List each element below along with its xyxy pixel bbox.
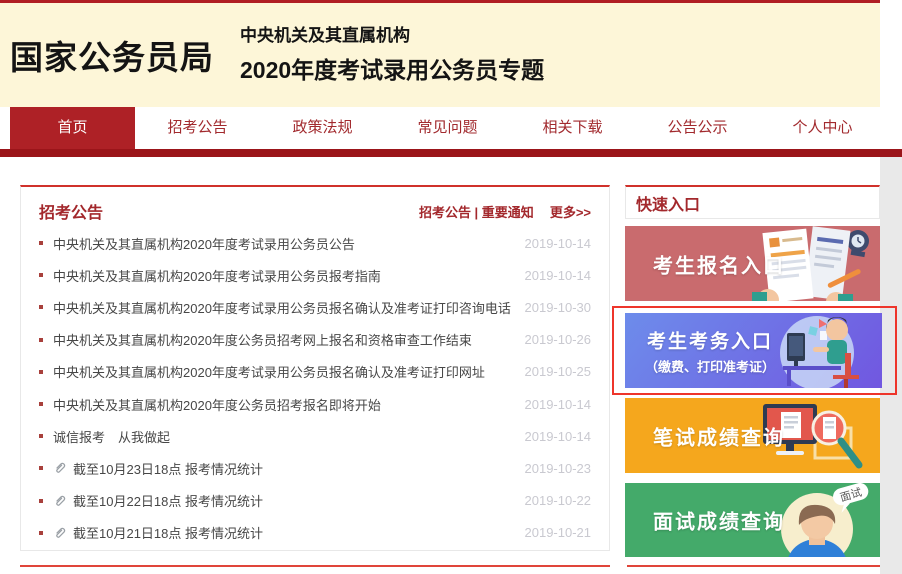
page: 国家公务员局 中央机关及其直属机构 2020年度考试录用公务员专题 首页 招考公… xyxy=(0,0,902,574)
announcement-link[interactable]: 中央机关及其直属机构2020年度考试录用公务员公告 xyxy=(53,234,513,253)
list-item[interactable]: 诚信报考 从我做起 2019-10-14 xyxy=(39,420,591,452)
nav-tab-policies[interactable]: 政策法规 xyxy=(260,107,385,149)
announcement-date: 2019-10-22 xyxy=(525,493,592,508)
list-item[interactable]: 中央机关及其直属机构2020年度考试录用公务员公告 2019-10-14 xyxy=(39,227,591,259)
announcements-list: 中央机关及其直属机构2020年度考试录用公务员公告 2019-10-14 中央机… xyxy=(21,227,609,549)
announcement-date: 2019-10-14 xyxy=(525,236,592,251)
announcement-link[interactable]: 中央机关及其直属机构2020年度考试录用公务员报名确认及准考证打印网址 xyxy=(53,362,513,381)
paperclip-icon xyxy=(53,526,67,540)
person-at-computer-illustration xyxy=(757,313,882,388)
announcement-date: 2019-10-30 xyxy=(525,300,592,315)
list-item[interactable]: 截至10月22日18点 报考情况统计 2019-10-22 xyxy=(39,485,591,517)
announcement-link[interactable]: 中央机关及其直属机构2020年度公务员招考报名即将开始 xyxy=(53,395,513,414)
nav-bottom-bar xyxy=(0,149,902,157)
site-logo: 国家公务员局 xyxy=(10,31,214,79)
bullet-icon xyxy=(39,338,43,342)
list-item[interactable]: 中央机关及其直属机构2020年度公务员招考报名即将开始 2019-10-14 xyxy=(39,388,591,420)
announcements-panel: 招考公告 招考公告 | 重要通知 更多>> 中央机关及其直属机构2020年度考试… xyxy=(20,185,610,551)
entry-exam-affairs-button[interactable]: 考生考务入口 （缴费、打印准考证） xyxy=(625,313,882,388)
entry-written-score-button[interactable]: 笔试成绩查询 xyxy=(625,398,880,473)
list-item[interactable]: 中央机关及其直属机构2020年度考试录用公务员报名确认及准考证打印咨询电话 20… xyxy=(39,291,591,323)
list-item[interactable]: 中央机关及其直属机构2020年度考试录用公务员报名确认及准考证打印网址 2019… xyxy=(39,356,591,388)
nav-tab-faq[interactable]: 常见问题 xyxy=(385,107,510,149)
announcements-title: 招考公告 xyxy=(39,199,103,223)
list-item[interactable]: 中央机关及其直属机构2020年度公务员招考网上报名和资格审查工作结束 2019-… xyxy=(39,324,591,356)
bullet-icon xyxy=(39,531,43,535)
quick-entry-title: 快速入口 xyxy=(636,191,700,215)
entry-exam-affairs-label: 考生考务入口 （缴费、打印准考证） xyxy=(645,326,775,375)
paperclip-icon xyxy=(53,461,67,475)
main-nav: 首页 招考公告 政策法规 常见问题 相关下载 公告公示 个人中心 xyxy=(10,107,885,149)
announcement-date: 2019-10-14 xyxy=(525,429,592,444)
announcement-link[interactable]: 中央机关及其直属机构2020年度公务员招考网上报名和资格审查工作结束 xyxy=(53,330,513,349)
nav-tab-recruit-announcements[interactable]: 招考公告 xyxy=(135,107,260,149)
announcement-link[interactable]: 截至10月22日18点 报考情况统计 xyxy=(73,491,513,510)
site-header: 国家公务员局 中央机关及其直属机构 2020年度考试录用公务员专题 xyxy=(0,3,880,107)
announcement-link[interactable]: 诚信报考 从我做起 xyxy=(53,427,513,446)
nav-tab-public-notices[interactable]: 公告公示 xyxy=(635,107,760,149)
nav-tab-downloads[interactable]: 相关下载 xyxy=(510,107,635,149)
page-title: 2020年度考试录用公务员专题 xyxy=(240,51,544,85)
paperclip-icon xyxy=(53,494,67,508)
more-link[interactable]: 更多>> xyxy=(550,202,591,221)
site-title-block: 中央机关及其直属机构 2020年度考试录用公务员专题 xyxy=(240,21,544,85)
site-subtitle: 中央机关及其直属机构 xyxy=(240,21,544,46)
list-item[interactable]: 截至10月23日18点 报考情况统计 2019-10-23 xyxy=(39,452,591,484)
announcement-date: 2019-10-21 xyxy=(525,525,592,540)
entry-exam-affairs-sublabel: （缴费、打印准考证） xyxy=(645,356,775,375)
bullet-icon xyxy=(39,370,43,374)
entry-interview-score-label: 面试成绩查询 xyxy=(653,506,785,535)
quick-entry-panel: 快速入口 xyxy=(625,185,880,219)
announcement-date: 2019-10-23 xyxy=(525,461,592,476)
next-section-border-left xyxy=(20,565,610,567)
entry-register-button[interactable]: 考生报名入口 xyxy=(625,226,880,301)
announcement-link[interactable]: 截至10月21日18点 报考情况统计 xyxy=(73,523,513,542)
announcements-header: 招考公告 招考公告 | 重要通知 更多>> xyxy=(21,187,609,225)
entry-exam-affairs-main-label: 考生考务入口 xyxy=(647,331,773,352)
announcement-date: 2019-10-26 xyxy=(525,332,592,347)
nav-tab-personal-center[interactable]: 个人中心 xyxy=(760,107,885,149)
announcement-date: 2019-10-14 xyxy=(525,268,592,283)
announcement-link[interactable]: 中央机关及其直属机构2020年度考试录用公务员报名确认及准考证打印咨询电话 xyxy=(53,298,513,317)
entry-interview-score-button[interactable]: 面试 面试成绩查询 xyxy=(625,483,880,557)
bullet-icon xyxy=(39,241,43,245)
list-item[interactable]: 中央机关及其直属机构2020年度考试录用公务员报考指南 2019-10-14 xyxy=(39,259,591,291)
entry-written-score-label: 笔试成绩查询 xyxy=(653,421,785,450)
bullet-icon xyxy=(39,499,43,503)
right-gutter xyxy=(880,157,902,574)
entry-register-label: 考生报名入口 xyxy=(653,249,785,278)
bullet-icon xyxy=(39,305,43,309)
bullet-icon xyxy=(39,273,43,277)
list-item[interactable]: 截至10月21日18点 报考情况统计 2019-10-21 xyxy=(39,517,591,549)
announcements-meta: 招考公告 | 重要通知 更多>> xyxy=(419,202,591,221)
announcement-date: 2019-10-25 xyxy=(525,364,592,379)
bullet-icon xyxy=(39,434,43,438)
bullet-icon xyxy=(39,466,43,470)
announcements-category-links[interactable]: 招考公告 | 重要通知 xyxy=(419,202,534,221)
bullet-icon xyxy=(39,402,43,406)
nav-tab-home[interactable]: 首页 xyxy=(10,107,135,149)
announcement-link[interactable]: 截至10月23日18点 报考情况统计 xyxy=(73,459,513,478)
announcement-link[interactable]: 中央机关及其直属机构2020年度考试录用公务员报考指南 xyxy=(53,266,513,285)
next-section-border-right xyxy=(627,565,880,567)
announcement-date: 2019-10-14 xyxy=(525,397,592,412)
